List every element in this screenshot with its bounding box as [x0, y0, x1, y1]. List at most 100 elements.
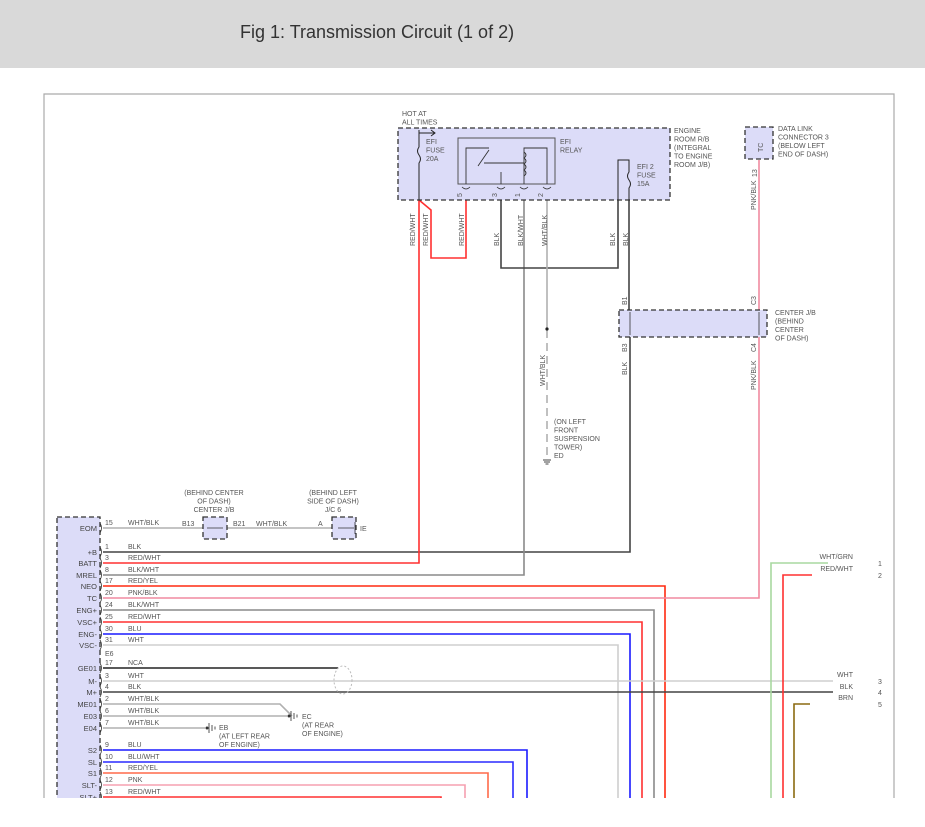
ground-eb-icon [208, 723, 216, 733]
efi2-fuse-label: EFI 2 [637, 164, 654, 171]
wire-mrel [103, 190, 525, 576]
wire-color-label: BLK/WHT [128, 602, 160, 609]
wire-color-label: BLK [128, 544, 142, 551]
engine-room-rb-label: ROOM J/B) [674, 162, 710, 169]
ground-eb-label: OF ENGINE) [219, 742, 260, 749]
wire-color-label: BLU/WHT [128, 754, 160, 761]
wire-color-label: NCA [128, 660, 143, 667]
engine-room-rb-label: (INTEGRAL [674, 145, 711, 152]
wire-s1 [103, 772, 489, 798]
ground-ec-label: EC [302, 714, 312, 721]
ecu-pin-name: S1 [88, 769, 97, 778]
wire-color-label: BLK [128, 684, 142, 691]
ground-ec-label: OF ENGINE) [302, 731, 343, 738]
ecu-pin-number: 20 [105, 590, 113, 597]
wire-color-label: BLK [623, 232, 630, 246]
wire-color-label: WHT [837, 672, 854, 679]
ecu-pin-name: BATT [78, 559, 97, 568]
ecu-pin-name: EOM [80, 524, 97, 533]
ecu-pin-name: VSC- [79, 641, 97, 650]
engine-room-rb-label: ENGINE [674, 128, 701, 135]
ecu-pin-number: 1 [105, 544, 109, 551]
wire-right-2 [782, 574, 812, 798]
right-connector-pin: 3 [878, 679, 882, 686]
ecu-pin-number: 17 [105, 660, 113, 667]
wire-color-label: RED/WHT [820, 566, 853, 573]
ecu-pin-name: SLT- [82, 781, 98, 790]
ecu-pin-name: NEO [81, 582, 97, 591]
ecu-pin-name: TC [87, 594, 98, 603]
wire-color-label: BLK [840, 684, 854, 691]
center-jb-left-label: CENTER J/B [194, 507, 235, 514]
ground-eb-label: EB [219, 725, 229, 732]
ecu-pin-number: 25 [105, 614, 113, 621]
ground-ed-icon [543, 459, 551, 465]
ecu-pin-name: S2 [88, 746, 97, 755]
center-jb-pin: C3 [751, 296, 758, 305]
center-jb-right-box [618, 309, 768, 338]
center-jb-right-label: OF DASH) [775, 336, 808, 343]
relay-pin-number: 2 [538, 193, 545, 197]
wire-color-label: RED/WHT [128, 614, 161, 621]
ecu-pin-name: M+ [86, 688, 97, 697]
center-jb-pin: C4 [751, 343, 758, 352]
efi-fuse-label: FUSE [426, 148, 445, 155]
ecu-pin-name: M- [88, 677, 97, 686]
wire-color-label: WHT/BLK [128, 720, 159, 727]
wire-s2 [103, 749, 528, 798]
wire-color-label: RED/WHT [128, 789, 161, 796]
shield-icon [333, 665, 353, 695]
ground-ed-label: FRONT [554, 428, 579, 435]
ecu-pin-name: GE01 [78, 664, 97, 673]
center-jb-pin: B13 [182, 521, 195, 528]
efi-fuse-label: 20A [426, 156, 439, 163]
ground-ed-name: ED [554, 453, 564, 460]
ecu-pin-number: 11 [105, 765, 112, 772]
right-connector-pin: 1 [878, 561, 882, 568]
ecu-pin-name: E04 [84, 724, 97, 733]
ecu-pin-number: 17 [105, 578, 113, 585]
wire-color-label: BLK [610, 232, 617, 246]
ecu-pin-number: 30 [105, 626, 113, 633]
wire-color-label: WHT/BLK [128, 520, 159, 527]
dlc3-label: DATA LINK [778, 126, 813, 133]
center-jb-left-label: (BEHIND CENTER [184, 490, 244, 497]
ecu-pin-number: 6 [105, 708, 109, 715]
wire-color-label: BLK/WHT [128, 567, 160, 574]
jc6-label: (BEHIND LEFT [309, 490, 358, 497]
center-jb-pin: B3 [622, 343, 629, 352]
wire-slt+ [103, 796, 442, 798]
wire-color-label: BRN [838, 695, 853, 702]
ecu-pin-name: SL [88, 758, 97, 767]
ecu-pin-number: 4 [105, 684, 109, 691]
wire-color-label: BLK [622, 361, 629, 375]
right-connector-pin: 2 [878, 573, 882, 580]
center-jb-right-label: (BEHIND [775, 319, 804, 326]
engine-room-rb-label: ROOM R/B [674, 137, 710, 144]
wire-color-label: WHT/BLK [542, 215, 549, 246]
relay-pin-number: 1 [515, 193, 522, 197]
jc6-pin: A [318, 521, 323, 528]
jc6-label: J/C 6 [325, 507, 341, 514]
wire-color-label: BLK/WHT [518, 214, 525, 246]
ground-ed-label: SUSPENSION [554, 436, 600, 443]
wire-color-label: RED/WHT [423, 213, 430, 246]
efi-relay-label: RELAY [560, 148, 583, 155]
wire-sl [103, 761, 514, 798]
junction-dot [545, 327, 549, 331]
wire-tc [103, 337, 760, 599]
ecu-pin-number: 15 [105, 520, 113, 527]
wire-color-label: WHT [128, 637, 145, 644]
ecu-pin-name: MREL [76, 571, 97, 580]
ecu-pin-name: +B [88, 548, 97, 557]
ecu-pin-number: 12 [105, 777, 113, 784]
wire-color-label: WHT [128, 673, 145, 680]
wire-color-label: PNK/BLK [751, 360, 758, 390]
wire-+b [103, 337, 631, 553]
wire-color-label: BLU [128, 742, 142, 749]
ecu-pin-number: 10 [105, 754, 113, 761]
ecu-pin-name: ENG- [78, 630, 97, 639]
ecu-pin-number: 31 [105, 637, 113, 644]
ecu-pin-number: 2 [105, 696, 109, 703]
efi2-fuse-label: 15A [637, 181, 650, 188]
